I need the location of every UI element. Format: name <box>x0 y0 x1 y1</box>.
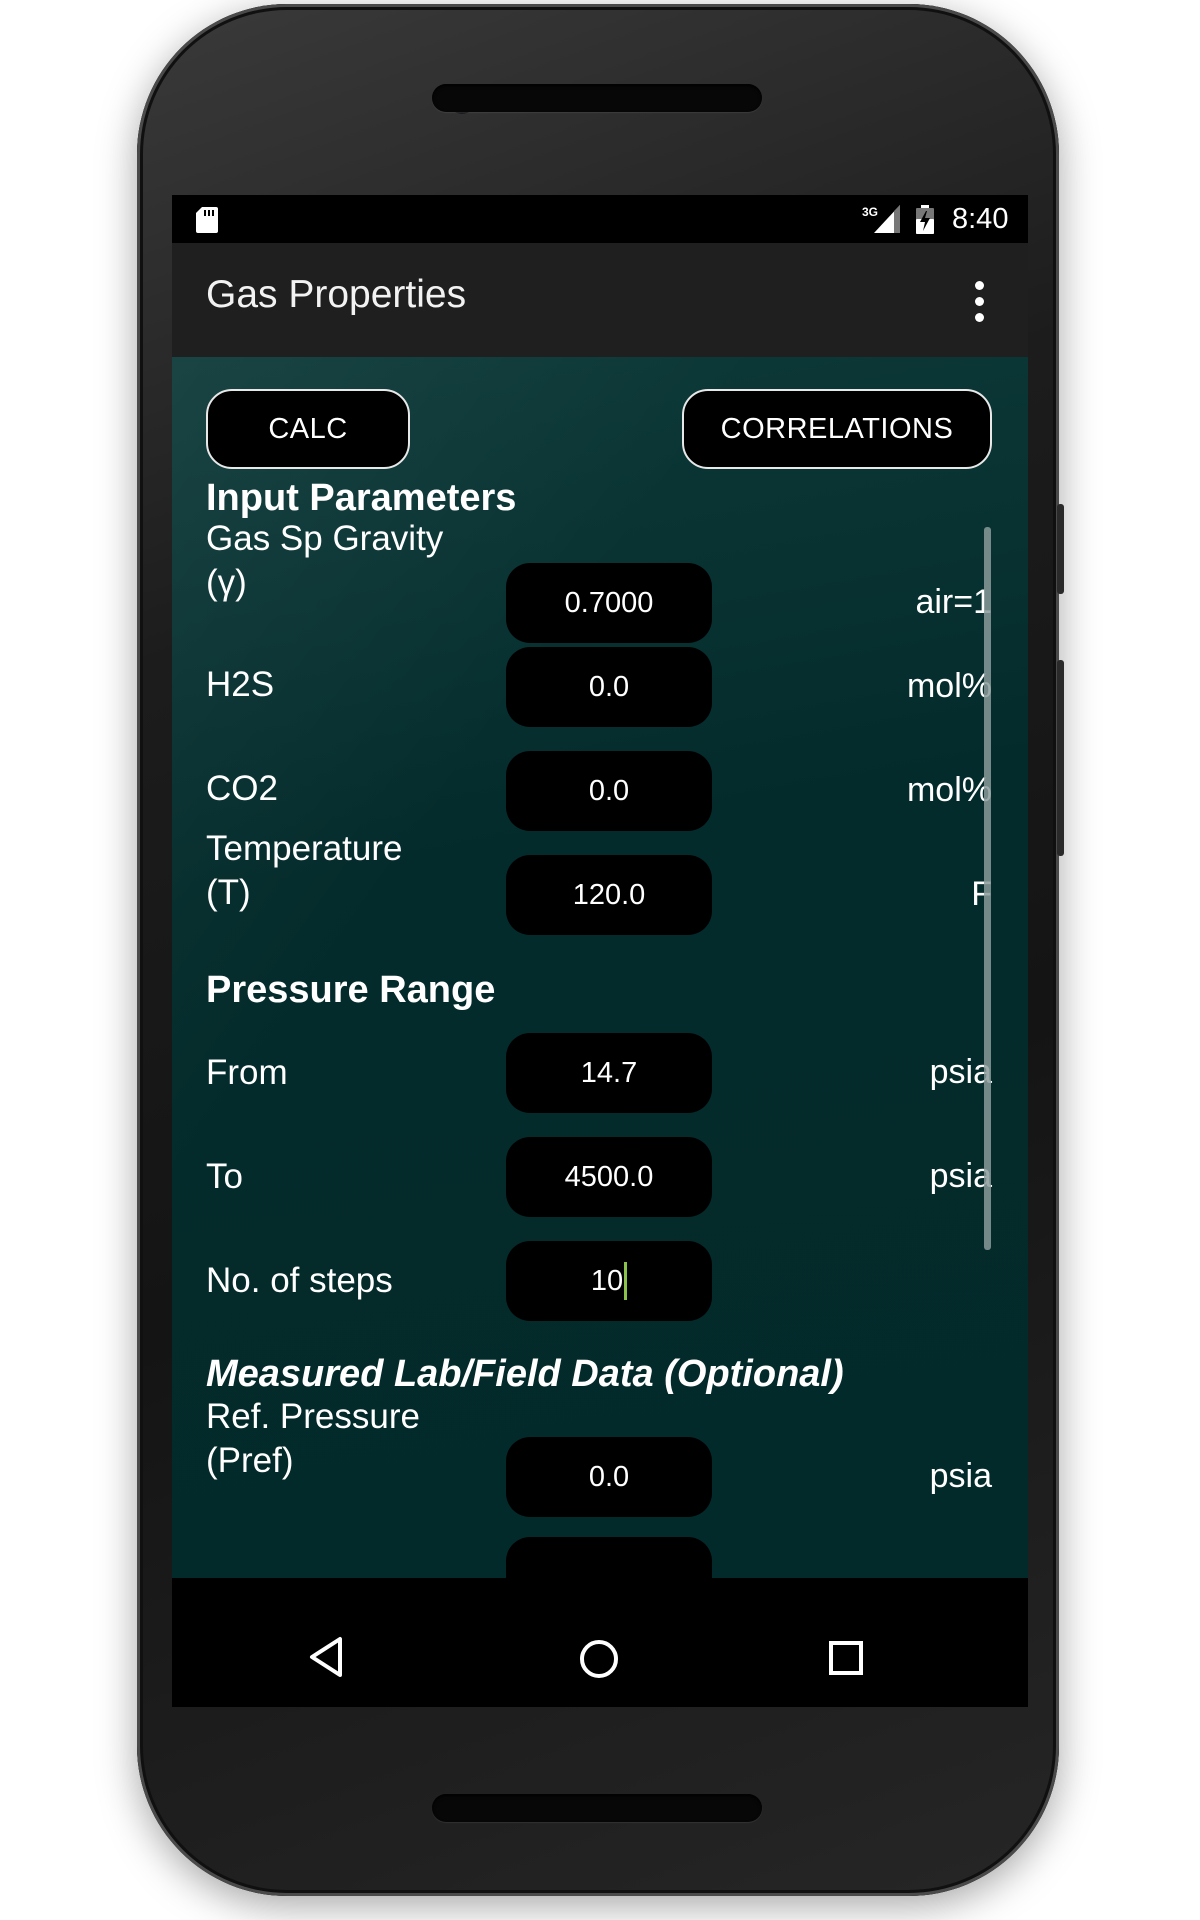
network-type-label: 3G <box>862 205 879 219</box>
content-area: CALC CORRELATIONS Input Parameters Gas S… <box>172 357 1028 1578</box>
navigation-bar <box>172 1612 1028 1707</box>
sd-card-icon <box>196 207 218 233</box>
to-input[interactable]: 4500.0 <box>506 1137 712 1217</box>
back-icon[interactable] <box>308 1636 344 1678</box>
input-parameters-title: Input Parameters <box>206 477 517 519</box>
pressure-range-title: Pressure Range <box>206 969 496 1011</box>
gas-sp-gravity-unit: air=1 <box>915 583 992 621</box>
app-toolbar: Gas Properties <box>172 243 1028 357</box>
gas-sp-gravity-input[interactable]: 0.7000 <box>506 563 712 643</box>
battery-charging-icon <box>916 205 934 234</box>
volume-button <box>1057 660 1064 856</box>
steps-input[interactable]: 10 <box>506 1241 712 1321</box>
app-title: Gas Properties <box>206 273 467 316</box>
co2-input[interactable]: 0.0 <box>506 751 712 831</box>
h2s-label: H2S <box>206 665 275 704</box>
scrollbar[interactable] <box>984 527 991 1250</box>
temperature-input[interactable]: 120.0 <box>506 855 712 935</box>
next-input-partial[interactable] <box>506 1537 712 1578</box>
measured-data-title: Measured Lab/Field Data (Optional) <box>206 1353 844 1395</box>
text-cursor <box>624 1262 628 1300</box>
clock: 8:40 <box>952 203 1009 235</box>
bottom-speaker <box>432 1794 762 1822</box>
screen: 3G 8:40 Gas Properties CALC CORRELATIONS… <box>172 195 1028 1707</box>
overflow-menu-icon[interactable] <box>974 281 986 322</box>
from-unit: psia <box>929 1053 992 1091</box>
status-bar: 3G 8:40 <box>172 195 1028 243</box>
ref-pressure-label: Ref. Pressure (Pref) <box>206 1397 420 1480</box>
steps-label: No. of steps <box>206 1261 393 1300</box>
h2s-unit: mol% <box>906 667 992 705</box>
recents-icon[interactable] <box>828 1640 864 1676</box>
ref-pressure-unit: psia <box>929 1457 992 1495</box>
from-input[interactable]: 14.7 <box>506 1033 712 1113</box>
co2-label: CO2 <box>206 769 278 808</box>
top-speaker <box>432 84 762 112</box>
home-icon[interactable] <box>578 1638 620 1680</box>
co2-unit: mol% <box>906 771 992 809</box>
to-unit: psia <box>929 1157 992 1195</box>
h2s-input[interactable]: 0.0 <box>506 647 712 727</box>
from-label: From <box>206 1053 288 1092</box>
correlations-button[interactable]: CORRELATIONS <box>682 389 992 469</box>
calc-button[interactable]: CALC <box>206 389 410 469</box>
ref-pressure-input[interactable]: 0.0 <box>506 1437 712 1517</box>
temperature-label: Temperature (T) <box>206 829 403 912</box>
power-button <box>1057 504 1064 594</box>
to-label: To <box>206 1157 243 1196</box>
steps-value: 10 <box>590 1264 624 1297</box>
gas-sp-gravity-label: Gas Sp Gravity (γ) <box>206 519 444 602</box>
